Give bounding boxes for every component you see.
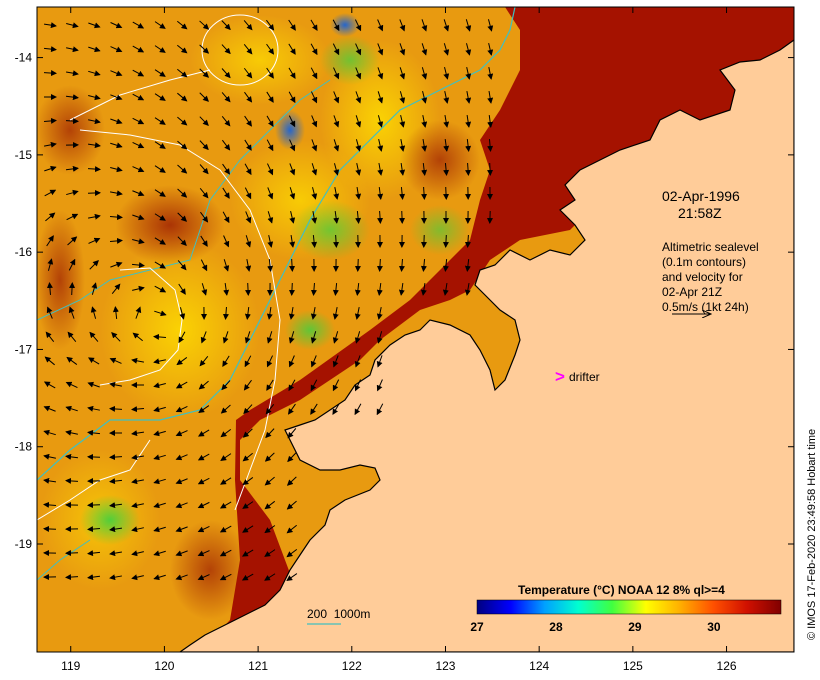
depth-scale-label: 200 1000m xyxy=(307,607,371,621)
velocity-arrow xyxy=(43,525,57,532)
x-tick-label: 125 xyxy=(623,659,643,673)
altimetry-line: 02-Apr 21Z xyxy=(662,285,723,299)
x-tick-label: 124 xyxy=(529,659,549,673)
altimetry-line: 0.5m/s (1kt 24h) xyxy=(662,300,749,314)
x-tick-label: 121 xyxy=(248,659,268,673)
colorbar-tick-label: 28 xyxy=(549,620,563,634)
altimetry-annotation: Altimetric sealevel (0.1m contours) and … xyxy=(662,240,759,315)
velocity-arrow xyxy=(69,282,76,296)
x-tick-label: 119 xyxy=(61,659,80,673)
x-tick-label: 122 xyxy=(342,659,362,673)
date-annotation: 02-Apr-1996 21:58Z xyxy=(662,188,740,222)
drifter-legend: > drifter xyxy=(555,368,600,385)
velocity-arrow xyxy=(245,282,252,296)
altimetry-line: and velocity for xyxy=(662,270,743,284)
velocity-arrow xyxy=(87,502,101,509)
velocity-arrow xyxy=(289,258,296,272)
y-tick-label: -17 xyxy=(15,342,33,356)
y-tick-label: -14 xyxy=(15,51,33,65)
velocity-arrow xyxy=(443,186,450,200)
colorbar-ramp xyxy=(476,599,782,615)
y-tick-label: -18 xyxy=(15,440,33,454)
colorbar-title: Temperature (°C) NOAA 12 8% ql>=4 xyxy=(518,583,725,597)
velocity-arrow xyxy=(288,282,295,296)
drifter-label: drifter xyxy=(568,369,600,384)
colorbar-tick-label: 27 xyxy=(470,620,484,634)
y-tick-label: -15 xyxy=(15,148,33,162)
colorbar-tick-label: 30 xyxy=(707,620,721,634)
x-tick-label: 120 xyxy=(154,659,174,673)
y-tick-label: -19 xyxy=(15,537,33,551)
credit-text: © IMOS 17-Feb-2020 23:49:58 Hobart time xyxy=(806,428,818,640)
date-label: 02-Apr-1996 xyxy=(662,188,740,204)
velocity-arrow xyxy=(65,550,79,557)
velocity-arrow xyxy=(487,162,494,176)
drifter-marker-icon: > xyxy=(555,367,565,386)
colorbar-tick-label: 29 xyxy=(628,620,642,634)
x-tick-label: 123 xyxy=(435,659,455,673)
altimetry-line: Altimetric sealevel xyxy=(662,240,759,254)
velocity-arrow xyxy=(43,70,57,77)
x-tick-label: 126 xyxy=(717,659,737,673)
sst-map: 119 120 121 122 123 124 125 126 -14 -15 -16 -17 -18… xyxy=(15,6,795,673)
velocity-arrow xyxy=(442,234,449,248)
y-tick-label: -16 xyxy=(15,245,33,259)
time-label: 21:58Z xyxy=(678,205,722,221)
altimetry-line: (0.1m contours) xyxy=(662,255,747,269)
